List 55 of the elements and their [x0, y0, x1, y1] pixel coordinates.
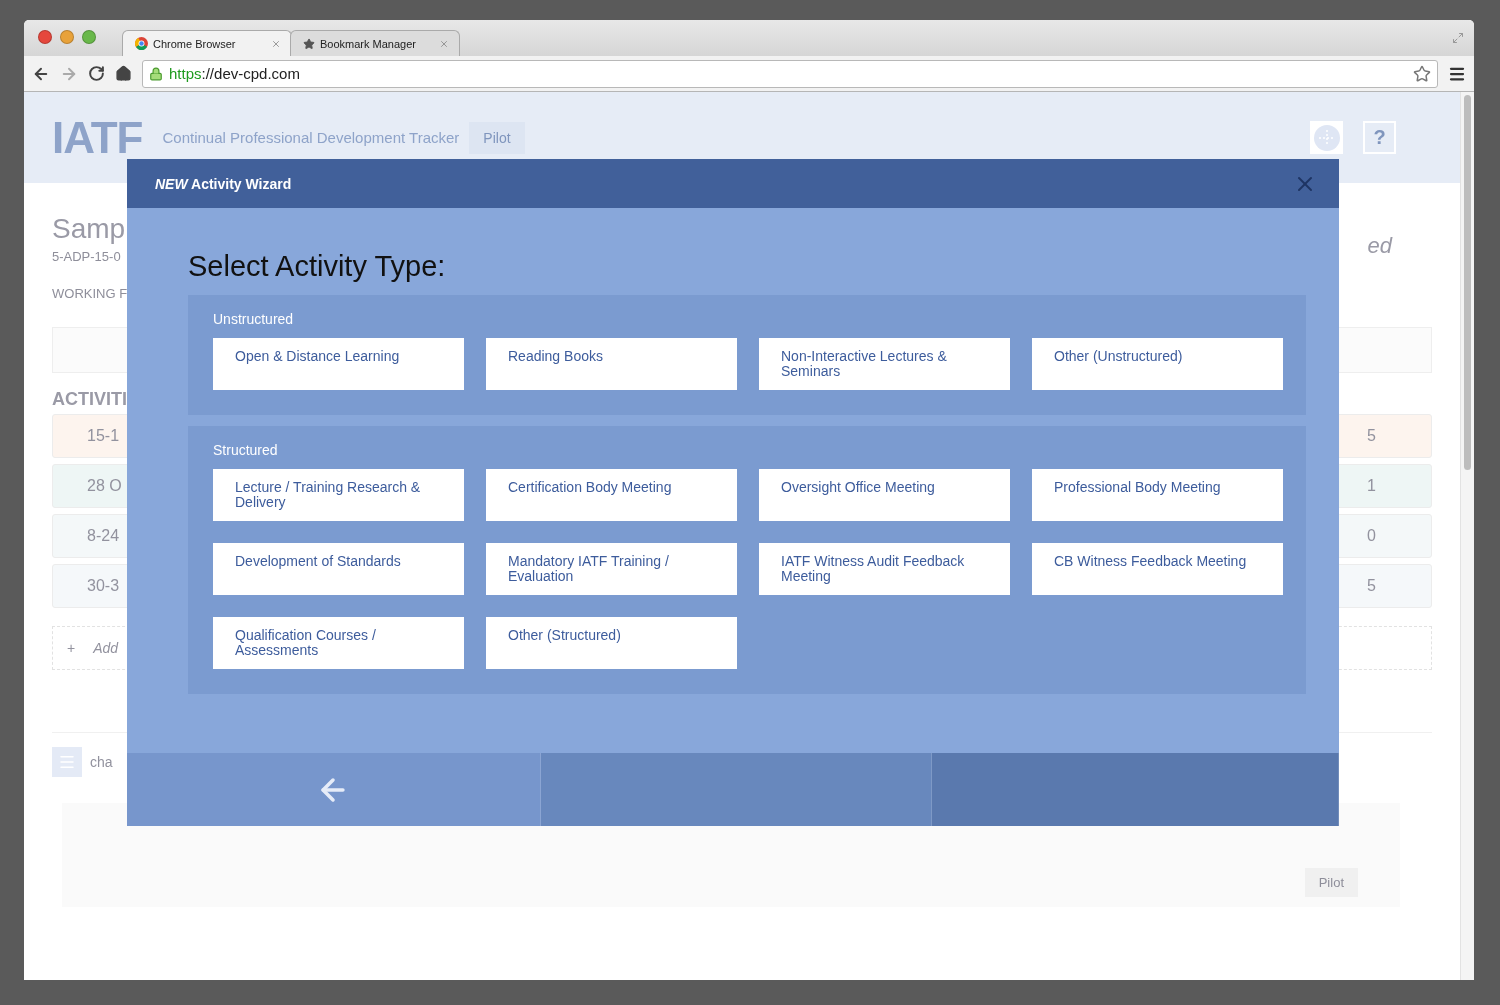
- activity-date: 15-1: [87, 427, 120, 445]
- activity-date: 28 O: [87, 477, 122, 495]
- activity-type-option[interactable]: Other (Structured): [486, 617, 737, 669]
- dialog-title: NEW Activity Wizard: [155, 175, 292, 192]
- browser-logo-icon: [135, 37, 148, 50]
- bookmark-star-icon[interactable]: [1413, 64, 1431, 83]
- activity-type-option[interactable]: IATF Witness Audit Feedback Meeting: [759, 543, 1010, 595]
- section-heading: ACTIVITI: [52, 389, 128, 410]
- activity-type-option[interactable]: Open & Distance Learning: [213, 338, 464, 390]
- fullscreen-icon[interactable]: [1452, 32, 1464, 44]
- compass-button[interactable]: [1310, 121, 1343, 154]
- activity-type-option[interactable]: Mandatory IATF Training / Evaluation: [486, 543, 737, 595]
- status-text: ed: [1367, 233, 1392, 259]
- activity-type-option[interactable]: Qualification Courses / Assessments: [213, 617, 464, 669]
- status-label: WORKING F: [52, 286, 128, 301]
- activity-value: 0: [1367, 527, 1376, 545]
- browser-tab[interactable]: Bookmark Manager: [290, 30, 460, 56]
- star-icon: [303, 37, 315, 50]
- menu-icon: [58, 753, 76, 771]
- activity-value: 5: [1367, 577, 1376, 595]
- activity-date: 30-3: [87, 577, 120, 595]
- reload-icon[interactable]: [88, 65, 105, 82]
- page-title: Samp: [52, 213, 127, 245]
- activity-type-option[interactable]: Reading Books: [486, 338, 737, 390]
- activity-type-option[interactable]: Professional Body Meeting: [1032, 469, 1283, 521]
- activity-type-option[interactable]: Non-Interactive Lectures & Seminars: [759, 338, 1010, 390]
- activity-type-option[interactable]: Lecture / Training Research & Delivery: [213, 469, 464, 521]
- app-subtitle: Continual Professional Development Tracker: [162, 129, 460, 146]
- scrollbar-thumb[interactable]: [1464, 95, 1471, 470]
- activity-type-option[interactable]: Development of Standards: [213, 543, 464, 595]
- window-control-icon[interactable]: [60, 30, 74, 44]
- app-logo: IATF: [52, 112, 143, 163]
- browser-tab[interactable]: Chrome Browser: [122, 30, 292, 56]
- activity-type-option[interactable]: CB Witness Feedback Meeting: [1032, 543, 1283, 595]
- window-control-icon[interactable]: [38, 30, 52, 44]
- pilot-badge: Pilot: [469, 121, 525, 154]
- window-control-icon[interactable]: [82, 30, 96, 44]
- group-label: Structured: [213, 442, 279, 458]
- activity-value: 5: [1367, 427, 1376, 445]
- activity-type-option[interactable]: Other (Unstructured): [1032, 338, 1283, 390]
- reference-code: 5-ADP-15-0: [52, 249, 122, 264]
- activity-type-option[interactable]: Oversight Office Meeting: [759, 469, 1010, 521]
- dialog-heading: Select Activity Type:: [188, 250, 447, 283]
- activity-value: 1: [1367, 477, 1376, 495]
- lock-icon: [149, 66, 163, 81]
- compass-icon: [1313, 124, 1340, 151]
- pilot-badge: Pilot: [1304, 868, 1358, 897]
- home-icon[interactable]: [115, 65, 132, 82]
- activity-type-option[interactable]: Certification Body Meeting: [486, 469, 737, 521]
- address-bar[interactable]: https://dev-cpd.com: [142, 59, 1438, 88]
- close-icon[interactable]: [271, 38, 281, 49]
- activity-date: 8-24: [87, 527, 120, 545]
- chat-label: cha: [90, 754, 113, 770]
- group-label: Unstructured: [213, 311, 295, 327]
- close-icon[interactable]: [439, 38, 449, 49]
